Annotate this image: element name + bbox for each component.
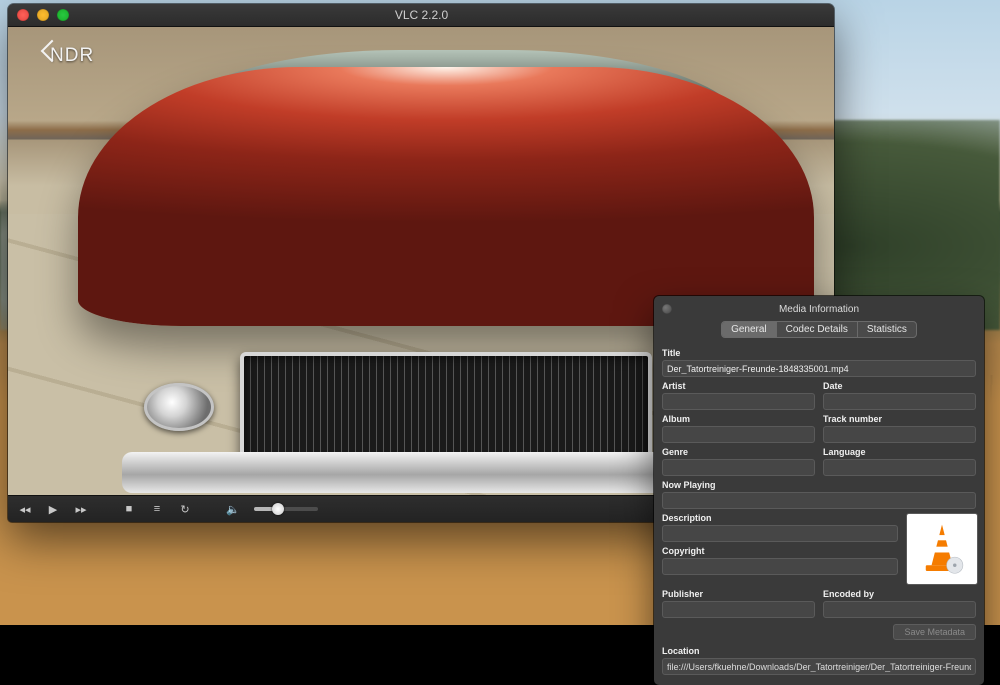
window-titlebar[interactable]: VLC 2.2.0 [8, 4, 834, 27]
input-artist[interactable] [662, 393, 815, 410]
traffic-lights [17, 9, 69, 21]
tab-codec-details[interactable]: Codec Details [777, 322, 858, 337]
input-genre[interactable] [662, 459, 815, 476]
play-button[interactable]: ▶ [46, 503, 60, 516]
label-encoded-by: Encoded by [823, 589, 976, 599]
input-location[interactable] [662, 658, 976, 675]
input-now-playing[interactable] [662, 492, 976, 509]
volume-slider[interactable] [254, 507, 318, 511]
field-publisher: Publisher [662, 589, 815, 618]
save-metadata-button[interactable]: Save Metadata [893, 624, 976, 640]
volume-icon: 🔈 [226, 503, 240, 516]
window-minimize-button[interactable] [37, 9, 49, 21]
label-copyright: Copyright [662, 546, 898, 556]
label-genre: Genre [662, 447, 815, 457]
field-copyright: Copyright [662, 546, 898, 575]
panel-body: Title Artist Date Album Track number Gen… [662, 344, 976, 675]
field-album: Album [662, 414, 815, 443]
field-description: Description [662, 513, 898, 542]
input-album[interactable] [662, 426, 815, 443]
stop-button[interactable]: ■ [122, 503, 136, 515]
label-publisher: Publisher [662, 589, 815, 599]
window-zoom-button[interactable] [57, 9, 69, 21]
broadcaster-watermark: NDR [50, 45, 94, 67]
input-date[interactable] [823, 393, 976, 410]
field-encoded-by: Encoded by [823, 589, 976, 618]
input-language[interactable] [823, 459, 976, 476]
label-date: Date [823, 381, 976, 391]
label-track-number: Track number [823, 414, 976, 424]
field-language: Language [823, 447, 976, 476]
label-artist: Artist [662, 381, 815, 391]
input-copyright[interactable] [662, 558, 898, 575]
label-location: Location [662, 646, 976, 656]
label-language: Language [823, 447, 976, 457]
input-description[interactable] [662, 525, 898, 542]
panel-title: Media Information [672, 304, 966, 315]
vlc-cone-icon [913, 520, 971, 578]
playlist-button[interactable]: ≡ [150, 503, 164, 515]
volume-slider-knob[interactable] [272, 503, 284, 515]
window-close-button[interactable] [17, 9, 29, 21]
tab-general[interactable]: General [722, 322, 777, 337]
tab-statistics[interactable]: Statistics [858, 322, 916, 337]
field-track-number: Track number [823, 414, 976, 443]
previous-button[interactable]: ◂◂ [18, 503, 32, 516]
input-publisher[interactable] [662, 601, 815, 618]
artwork-thumbnail[interactable] [906, 513, 978, 585]
label-title: Title [662, 348, 976, 358]
repeat-button[interactable]: ↻ [178, 503, 192, 516]
field-location: Location [662, 646, 976, 675]
panel-header: Media Information [662, 302, 976, 316]
label-album: Album [662, 414, 815, 424]
field-artist: Artist [662, 381, 815, 410]
field-title: Title [662, 348, 976, 377]
field-genre: Genre [662, 447, 815, 476]
media-information-panel: Media Information General Codec Details … [654, 296, 984, 685]
label-description: Description [662, 513, 898, 523]
input-title[interactable] [662, 360, 976, 377]
panel-tabs: General Codec Details Statistics [721, 321, 917, 338]
next-button[interactable]: ▸▸ [74, 503, 88, 516]
panel-close-button[interactable] [662, 304, 672, 314]
label-now-playing: Now Playing [662, 480, 976, 490]
field-now-playing: Now Playing [662, 480, 976, 509]
input-encoded-by[interactable] [823, 601, 976, 618]
window-title: VLC 2.2.0 [69, 8, 774, 22]
input-track-number[interactable] [823, 426, 976, 443]
field-date: Date [823, 381, 976, 410]
